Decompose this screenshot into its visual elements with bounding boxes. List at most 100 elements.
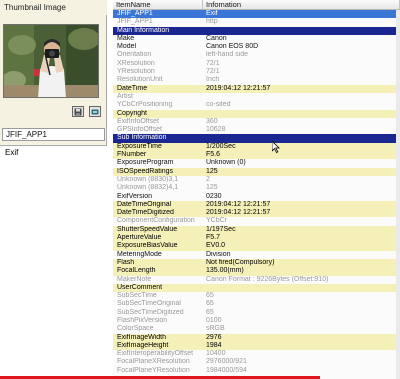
item-name-cell: DateTimeDigitized bbox=[117, 209, 174, 217]
save-icon[interactable] bbox=[72, 106, 84, 117]
info-value-cell bbox=[203, 27, 400, 35]
info-value-cell: 1984 bbox=[206, 341, 222, 349]
list-item[interactable]: Exif bbox=[0, 146, 107, 160]
table-row[interactable]: ExposureProgram Unknown (0) bbox=[113, 159, 400, 167]
table-row[interactable]: ExifVersion 0230 bbox=[113, 193, 400, 201]
table-row[interactable]: YResolution 72/1 bbox=[113, 68, 400, 76]
table-row[interactable]: Make Canon bbox=[113, 35, 400, 43]
info-table: ItemName Infomation JFIF_APP1 Exif JFIF_AP… bbox=[113, 0, 400, 379]
info-value-cell: F5.6 bbox=[206, 151, 221, 159]
info-value-cell bbox=[203, 110, 400, 118]
item-name-cell: SubSecTime bbox=[117, 292, 157, 300]
table-row[interactable]: Unknown (8830)3,1 2 bbox=[113, 176, 400, 184]
info-value-cell: 0100 bbox=[206, 316, 222, 324]
table-row[interactable]: Model Canon EOS 80D bbox=[113, 43, 400, 51]
table-row[interactable]: JFIF_APP1 http bbox=[113, 18, 400, 26]
sub-item-list: Exif bbox=[0, 145, 107, 377]
column-header-info[interactable]: Infomation bbox=[203, 0, 400, 9]
info-value-cell: Not fired(Compulsory) bbox=[206, 258, 275, 266]
table-row[interactable]: YCbCrPositioning co-sited bbox=[113, 101, 400, 109]
item-name-cell: FlashPixVersion bbox=[117, 316, 168, 324]
item-name-cell: ExifVersion bbox=[117, 192, 153, 200]
table-row[interactable]: ApertureValue F5.7 bbox=[113, 234, 400, 243]
table-row[interactable]: Artist bbox=[113, 93, 400, 101]
table-row[interactable]: FNumber F5.6 bbox=[113, 151, 400, 160]
table-row[interactable]: XResolution 72/1 bbox=[113, 60, 400, 68]
table-row[interactable]: FocalPlaneYResolution 1984000/594 bbox=[113, 367, 400, 375]
info-value-cell: 72/1 bbox=[206, 68, 220, 76]
table-row[interactable]: ISOSpeedRatings 125 bbox=[113, 167, 400, 176]
table-row[interactable]: Orientation left-hand side bbox=[113, 51, 400, 59]
table-row[interactable]: ShutterSpeedValue 1/197Sec bbox=[113, 225, 400, 235]
left-pane: Thumbnail Image JFIF_APP1 Exif bbox=[0, 0, 107, 379]
table-row[interactable]: Flash Not fired(Compulsory) bbox=[113, 258, 400, 268]
item-name-cell: Unknown (8830)3,1 bbox=[117, 175, 179, 183]
info-value-cell: Exif bbox=[206, 10, 218, 17]
table-row[interactable]: MeteringMode Division bbox=[113, 251, 400, 259]
info-value-cell: sRGB bbox=[206, 325, 225, 333]
info-value-cell: 1984000/594 bbox=[206, 366, 247, 374]
section-selector[interactable]: JFIF_APP1 bbox=[2, 128, 105, 141]
table-row[interactable]: ExposureBiasValue EV0.0 bbox=[113, 242, 400, 251]
vertical-scrollbar[interactable] bbox=[396, 10, 400, 379]
table-row[interactable]: JFIF_APP1 Exif bbox=[113, 10, 400, 19]
table-row[interactable]: ExifInfoOffset 360 bbox=[113, 118, 400, 126]
item-name-cell: ResolutionUnit bbox=[117, 76, 163, 84]
info-value-cell: 2019:04:12 12:21:57 bbox=[206, 200, 271, 208]
table-row[interactable]: Copyright bbox=[113, 109, 400, 118]
item-name-cell: Main Information bbox=[117, 26, 170, 34]
item-name-cell: GPSInfoOffset bbox=[117, 126, 163, 134]
info-value-cell: F5.7 bbox=[206, 234, 221, 242]
item-name-cell: DateTimeOriginal bbox=[117, 200, 172, 208]
table-row[interactable]: Unknown (8832)4,1 125 bbox=[113, 184, 400, 192]
item-name-cell: FocalLength bbox=[117, 267, 156, 275]
item-name-cell: Artist bbox=[117, 92, 133, 100]
table-row[interactable]: DateTimeDigitized 2019:04:12 12:21:57 bbox=[113, 209, 400, 218]
table-row[interactable]: GPSInfoOffset 10628 bbox=[113, 126, 400, 134]
table-group-row[interactable]: Main Information bbox=[113, 26, 400, 35]
table-row[interactable]: ExifImageWidth 2976 bbox=[113, 333, 400, 342]
table-row[interactable]: ExifImageHeight 1984 bbox=[113, 341, 400, 351]
info-value-cell: 65 bbox=[206, 308, 214, 316]
info-value-cell: 10628 bbox=[206, 126, 226, 134]
table-row[interactable]: FlashPixVersion 0100 bbox=[113, 317, 400, 325]
table-row[interactable]: ColorSpace sRGB bbox=[113, 325, 400, 333]
item-name-cell: ExifInfoOffset bbox=[117, 117, 159, 125]
table-row[interactable]: ComponentConfiguration YCbCr bbox=[113, 217, 400, 225]
table-row[interactable]: SubSecTimeOriginal 65 bbox=[113, 300, 400, 308]
table-row[interactable]: FocalLength 135.00(mm) bbox=[113, 267, 400, 276]
item-name-cell: Model bbox=[117, 43, 137, 51]
info-value-cell: Inch bbox=[206, 76, 220, 84]
thumbnail-image bbox=[3, 24, 99, 98]
item-name-cell: ExifImageWidth bbox=[117, 333, 167, 341]
info-value-cell: YCbCr bbox=[206, 217, 228, 225]
mouse-cursor-icon bbox=[271, 140, 280, 156]
info-value-cell: 2976 bbox=[206, 333, 222, 341]
table-body: JFIF_APP1 Exif JFIF_APP1 http Main Informati… bbox=[113, 10, 400, 375]
table-row[interactable]: ResolutionUnit Inch bbox=[113, 76, 400, 84]
info-value-cell: 125 bbox=[206, 167, 218, 175]
table-row[interactable]: FocalPlaneXResolution 2976000/921 bbox=[113, 358, 400, 366]
copy-icon[interactable] bbox=[89, 106, 101, 117]
info-value-cell: 65 bbox=[206, 292, 214, 300]
info-value-cell: Division bbox=[206, 250, 231, 258]
item-name-cell: YResolution bbox=[117, 68, 155, 76]
item-name-cell: FocalPlaneYResolution bbox=[117, 366, 190, 374]
info-value-cell: http bbox=[206, 18, 218, 26]
table-group-row[interactable]: Sub Information bbox=[113, 134, 400, 143]
table-row[interactable]: SubSecTimeDigitized 65 bbox=[113, 309, 400, 317]
item-name-cell: ColorSpace bbox=[117, 325, 154, 333]
item-name-cell: DateTime bbox=[117, 84, 148, 92]
table-row[interactable]: MakerNote Canon Format : 9226Bytes (Offse… bbox=[113, 276, 400, 284]
table-row[interactable]: SubSecTime 65 bbox=[113, 292, 400, 300]
table-row[interactable]: UserComment bbox=[113, 283, 400, 293]
info-value-cell: Canon EOS 80D bbox=[206, 43, 259, 51]
table-row[interactable]: DateTimeOriginal 2019:04:12 12:21:57 bbox=[113, 200, 400, 210]
info-value-cell bbox=[203, 134, 400, 142]
column-header-item[interactable]: ItemName bbox=[113, 0, 203, 9]
table-row[interactable]: DateTime 2019:04:12 12:21:57 bbox=[113, 84, 400, 93]
info-value-cell: 65 bbox=[206, 300, 214, 308]
item-name-cell: FNumber bbox=[117, 151, 147, 159]
table-row[interactable]: ExifInteroperabilityOffset 10400 bbox=[113, 350, 400, 358]
table-row[interactable]: ExposureTime 1/200Sec bbox=[113, 142, 400, 152]
